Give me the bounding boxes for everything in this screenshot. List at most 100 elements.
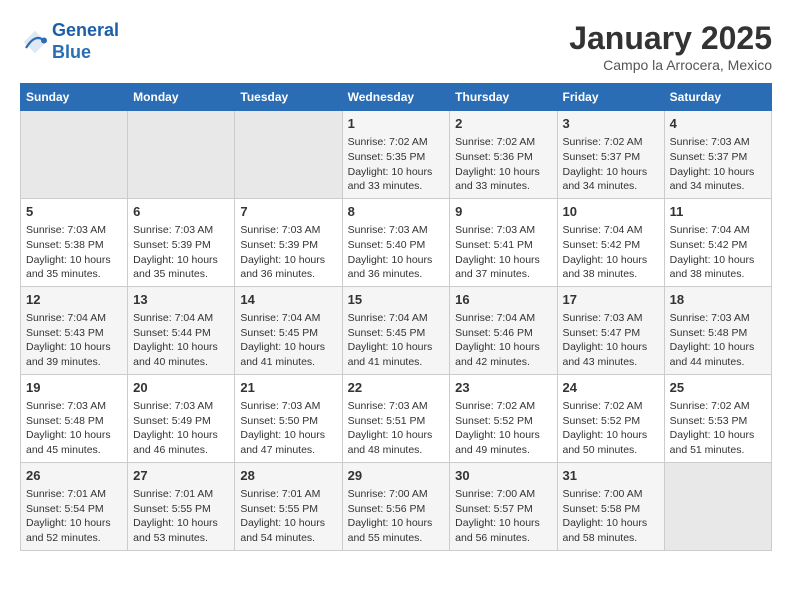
cell-text: Sunset: 5:51 PM: [348, 414, 445, 429]
cell-text: Sunrise: 7:04 AM: [133, 311, 229, 326]
day-number: 23: [455, 379, 551, 397]
cell-text: and 58 minutes.: [563, 531, 659, 546]
location-subtitle: Campo la Arrocera, Mexico: [569, 57, 772, 73]
cell-text: and 36 minutes.: [348, 267, 445, 282]
calendar-cell: 9Sunrise: 7:03 AMSunset: 5:41 PMDaylight…: [450, 198, 557, 286]
col-sunday: Sunday: [21, 84, 128, 111]
cell-text: Daylight: 10 hours: [26, 340, 122, 355]
day-number: 26: [26, 467, 122, 485]
cell-text: Sunset: 5:42 PM: [670, 238, 766, 253]
cell-text: Sunset: 5:38 PM: [26, 238, 122, 253]
cell-text: Sunrise: 7:01 AM: [240, 487, 336, 502]
cell-text: and 48 minutes.: [348, 443, 445, 458]
cell-text: Sunset: 5:57 PM: [455, 502, 551, 517]
cell-text: and 38 minutes.: [670, 267, 766, 282]
cell-text: Daylight: 10 hours: [240, 340, 336, 355]
cell-text: and 34 minutes.: [563, 179, 659, 194]
calendar-cell: [664, 462, 771, 550]
calendar-cell: 1Sunrise: 7:02 AMSunset: 5:35 PMDaylight…: [342, 111, 450, 199]
calendar-cell: 29Sunrise: 7:00 AMSunset: 5:56 PMDayligh…: [342, 462, 450, 550]
calendar-cell: 30 Sunrise: 7:00 AMSunset: 5:57 PMDayligh…: [450, 462, 557, 550]
cell-text: Sunrise: 7:03 AM: [240, 223, 336, 238]
cell-text: Sunrise: 7:04 AM: [26, 311, 122, 326]
calendar-cell: 24Sunrise: 7:02 AMSunset: 5:52 PMDayligh…: [557, 374, 664, 462]
cell-text: Daylight: 10 hours: [563, 165, 659, 180]
cell-text: Daylight: 10 hours: [563, 428, 659, 443]
cell-text: and 37 minutes.: [455, 267, 551, 282]
cell-text: Sunrise: 7:03 AM: [26, 223, 122, 238]
cell-text: Sunrise: 7:00 AM: [348, 487, 445, 502]
calendar-week-row: 1Sunrise: 7:02 AMSunset: 5:35 PMDaylight…: [21, 111, 772, 199]
col-friday: Friday: [557, 84, 664, 111]
calendar-cell: 4Sunrise: 7:03 AMSunset: 5:37 PMDaylight…: [664, 111, 771, 199]
cell-text: Sunset: 5:39 PM: [133, 238, 229, 253]
cell-text: Sunrise: 7:04 AM: [348, 311, 445, 326]
cell-text: Sunrise: 7:02 AM: [563, 135, 659, 150]
col-monday: Monday: [128, 84, 235, 111]
calendar-cell: 15Sunrise: 7:04 AMSunset: 5:45 PMDayligh…: [342, 286, 450, 374]
day-number: 24: [563, 379, 659, 397]
cell-text: Sunset: 5:55 PM: [240, 502, 336, 517]
cell-text: and 36 minutes.: [240, 267, 336, 282]
calendar-cell: 3Sunrise: 7:02 AMSunset: 5:37 PMDaylight…: [557, 111, 664, 199]
cell-text: and 52 minutes.: [26, 531, 122, 546]
month-title: January 2025: [569, 20, 772, 57]
day-number: 6: [133, 203, 229, 221]
calendar-week-row: 26Sunrise: 7:01 AMSunset: 5:54 PMDayligh…: [21, 462, 772, 550]
cell-text: Daylight: 10 hours: [348, 516, 445, 531]
cell-text: Sunrise: 7:03 AM: [455, 223, 551, 238]
calendar-week-row: 12Sunrise: 7:04 AMSunset: 5:43 PMDayligh…: [21, 286, 772, 374]
logo-line1: General: [52, 20, 119, 40]
calendar-cell: 23Sunrise: 7:02 AMSunset: 5:52 PMDayligh…: [450, 374, 557, 462]
cell-text: Sunset: 5:52 PM: [455, 414, 551, 429]
cell-text: Sunrise: 7:02 AM: [455, 135, 551, 150]
cell-text: and 35 minutes.: [26, 267, 122, 282]
calendar-cell: 2Sunrise: 7:02 AMSunset: 5:36 PMDaylight…: [450, 111, 557, 199]
cell-text: Sunset: 5:45 PM: [348, 326, 445, 341]
cell-text: Sunset: 5:47 PM: [563, 326, 659, 341]
day-number: 14: [240, 291, 336, 309]
cell-text: Sunrise: 7:03 AM: [240, 399, 336, 414]
cell-text: Sunrise: 7:01 AM: [133, 487, 229, 502]
cell-text: Sunset: 5:55 PM: [133, 502, 229, 517]
cell-text: Sunrise: 7:03 AM: [348, 399, 445, 414]
day-number: 5: [26, 203, 122, 221]
day-number: 30: [455, 467, 551, 485]
cell-text: Sunset: 5:48 PM: [26, 414, 122, 429]
cell-text: Sunset: 5:41 PM: [455, 238, 551, 253]
cell-text: Daylight: 10 hours: [240, 516, 336, 531]
col-saturday: Saturday: [664, 84, 771, 111]
cell-text: and 55 minutes.: [348, 531, 445, 546]
cell-text: Sunset: 5:37 PM: [670, 150, 766, 165]
cell-text: and 34 minutes.: [670, 179, 766, 194]
cell-text: Sunset: 5:45 PM: [240, 326, 336, 341]
cell-text: Sunset: 5:44 PM: [133, 326, 229, 341]
calendar-cell: [128, 111, 235, 199]
calendar-cell: 18Sunrise: 7:03 AMSunset: 5:48 PMDayligh…: [664, 286, 771, 374]
cell-text: Sunrise: 7:02 AM: [348, 135, 445, 150]
calendar-cell: 12Sunrise: 7:04 AMSunset: 5:43 PMDayligh…: [21, 286, 128, 374]
cell-text: Sunset: 5:56 PM: [348, 502, 445, 517]
cell-text: Daylight: 10 hours: [455, 516, 551, 531]
calendar-cell: 6Sunrise: 7:03 AMSunset: 5:39 PMDaylight…: [128, 198, 235, 286]
cell-text: Sunset: 5:48 PM: [670, 326, 766, 341]
calendar-cell: 14Sunrise: 7:04 AMSunset: 5:45 PMDayligh…: [235, 286, 342, 374]
calendar-cell: 28Sunrise: 7:01 AMSunset: 5:55 PMDayligh…: [235, 462, 342, 550]
day-number: 31: [563, 467, 659, 485]
calendar-week-row: 19Sunrise: 7:03 AMSunset: 5:48 PMDayligh…: [21, 374, 772, 462]
cell-text: Daylight: 10 hours: [670, 340, 766, 355]
cell-text: and 41 minutes.: [240, 355, 336, 370]
cell-text: Daylight: 10 hours: [348, 340, 445, 355]
cell-text: Daylight: 10 hours: [133, 340, 229, 355]
calendar-cell: 10Sunrise: 7:04 AMSunset: 5:42 PMDayligh…: [557, 198, 664, 286]
cell-text: Sunrise: 7:00 AM: [455, 487, 551, 502]
cell-text: Sunset: 5:40 PM: [348, 238, 445, 253]
day-number: 4: [670, 115, 766, 133]
calendar-cell: 11Sunrise: 7:04 AMSunset: 5:42 PMDayligh…: [664, 198, 771, 286]
col-wednesday: Wednesday: [342, 84, 450, 111]
calendar-cell: 19Sunrise: 7:03 AMSunset: 5:48 PMDayligh…: [21, 374, 128, 462]
cell-text: and 51 minutes.: [670, 443, 766, 458]
cell-text: Sunset: 5:49 PM: [133, 414, 229, 429]
day-number: 18: [670, 291, 766, 309]
cell-text: Daylight: 10 hours: [563, 253, 659, 268]
